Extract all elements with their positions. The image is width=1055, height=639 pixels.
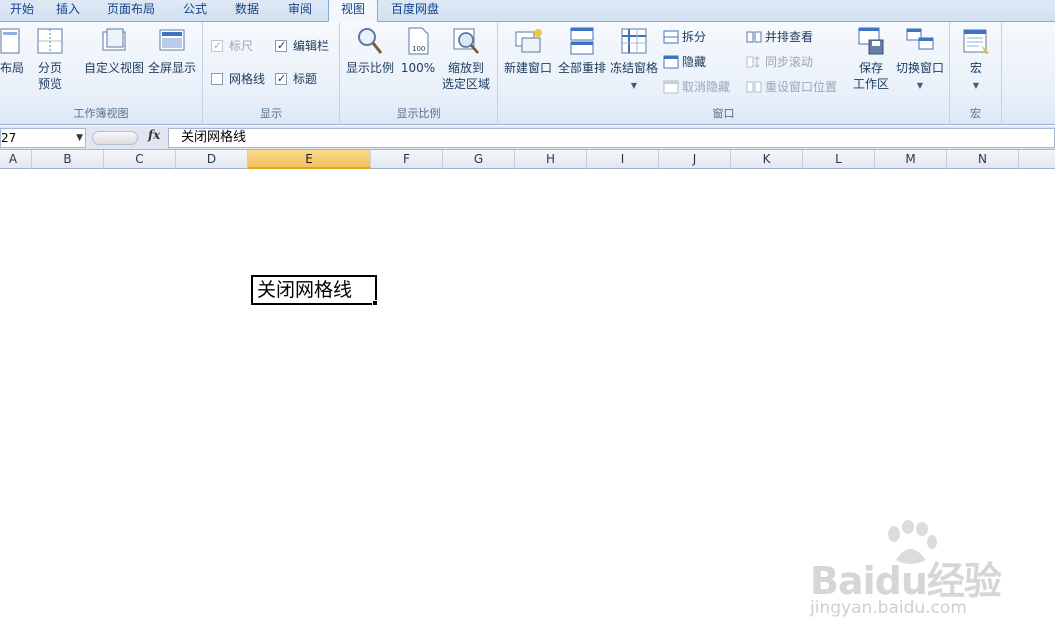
group-label-macros: 宏: [970, 107, 981, 120]
column-header-i[interactable]: I: [587, 150, 659, 169]
new-window-icon: [515, 29, 542, 53]
zoom-to-selection-button[interactable]: 缩放到 选定区域: [440, 26, 492, 92]
ruler-checkbox[interactable]: 标尺: [211, 37, 253, 55]
column-header-c[interactable]: C: [104, 150, 176, 169]
reset-position-icon: [746, 81, 762, 93]
name-box-dropdown-icon[interactable]: ▼: [76, 129, 83, 147]
watermark-brand: Baidu经验: [810, 559, 1002, 603]
tab-formulas[interactable]: 公式: [172, 0, 218, 22]
ribbon-tab-bar: 开始 插入 页面布局 公式 数据 审阅 视图 百度网盘: [0, 0, 1055, 22]
sync-scroll-icon: [746, 56, 760, 68]
tab-review[interactable]: 审阅: [276, 0, 324, 22]
column-header-l[interactable]: L: [803, 150, 875, 169]
formula-bar: 27 ▼ fx 关闭网格线: [0, 126, 1055, 150]
column-header-j[interactable]: J: [659, 150, 731, 169]
side-by-side-icon: [746, 31, 762, 43]
zoom-button[interactable]: 显示比例: [344, 26, 396, 76]
save-workspace-icon: [858, 27, 884, 55]
name-box-value: 27: [1, 131, 17, 145]
name-box[interactable]: 27 ▼: [0, 128, 86, 148]
tab-home[interactable]: 开始: [0, 0, 44, 22]
column-header-m[interactable]: M: [875, 150, 947, 169]
macros-button[interactable]: 宏 ▼: [958, 26, 994, 94]
column-header-d[interactable]: D: [176, 150, 248, 169]
column-header-f[interactable]: F: [371, 150, 443, 169]
switch-windows-icon: [906, 28, 934, 50]
freeze-panes-dropdown-icon: ▼: [630, 81, 638, 90]
fill-handle[interactable]: [372, 300, 378, 306]
column-headers: ABCDEFGHIJKLMN: [0, 150, 1055, 169]
group-macros: 宏 ▼ 宏: [950, 22, 1002, 123]
formula-input[interactable]: 关闭网格线: [168, 128, 1055, 148]
watermark-url: jingyan.baidu.com: [810, 598, 967, 618]
page-layout-icon: [0, 28, 20, 54]
reset-window-position-button[interactable]: 重设窗口位置: [746, 78, 837, 96]
page-layout-button[interactable]: 布局: [0, 26, 28, 76]
macros-icon: [963, 29, 989, 54]
full-screen-icon: [159, 29, 185, 51]
formula-bar-checkbox[interactable]: 编辑栏: [275, 37, 329, 55]
column-header-k[interactable]: K: [731, 150, 803, 169]
group-workbook-views: 布局 分页 预览 自定义视图 全屏显示 工作簿视图: [0, 22, 203, 123]
new-window-button[interactable]: 新建窗口: [502, 26, 554, 76]
switch-windows-button[interactable]: 切换窗口 ▼: [894, 26, 946, 94]
column-header-e[interactable]: E: [248, 150, 371, 169]
column-header-a[interactable]: A: [0, 150, 32, 169]
custom-views-button[interactable]: 自定义视图: [82, 26, 146, 76]
split-icon: [663, 30, 679, 44]
custom-views-icon: [102, 28, 126, 51]
insert-function-icon[interactable]: fx: [148, 128, 160, 142]
gridlines-checkbox[interactable]: 网格线: [211, 70, 265, 88]
formula-bar-check-icon: [275, 37, 287, 55]
split-button[interactable]: 拆分: [663, 28, 706, 46]
group-label-window: 窗口: [712, 107, 735, 120]
page-break-preview-icon: [37, 28, 63, 54]
tab-baidu-netdisk[interactable]: 百度网盘: [382, 0, 448, 22]
headings-checkbox[interactable]: 标题: [275, 70, 317, 88]
tab-view[interactable]: 视图: [328, 0, 378, 22]
column-header-n[interactable]: N: [947, 150, 1019, 169]
group-label-show: 显示: [260, 107, 282, 120]
hide-icon: [663, 55, 679, 69]
active-cell[interactable]: 关闭网格线: [251, 275, 377, 305]
tab-insert[interactable]: 插入: [46, 0, 90, 22]
synchronous-scrolling-button[interactable]: 同步滚动: [746, 53, 813, 71]
save-workspace-button[interactable]: 保存 工作区: [848, 26, 894, 92]
unhide-icon: [663, 80, 679, 94]
column-header-b[interactable]: B: [32, 150, 104, 169]
switch-windows-dropdown-icon: ▼: [916, 81, 924, 90]
group-label-workbook-views: 工作簿视图: [73, 107, 129, 120]
column-header-h[interactable]: H: [515, 150, 587, 169]
ruler-check-icon: [211, 37, 223, 55]
full-screen-button[interactable]: 全屏显示: [146, 26, 198, 76]
formula-bar-resize-handle[interactable]: [92, 131, 138, 145]
group-window: 新建窗口 全部重排 冻结窗格 ▼ 拆分 隐藏 取消隐藏 并排查看 同步滚动 重设…: [498, 22, 950, 123]
group-show: 标尺 编辑栏 网格线 标题 显示: [203, 22, 340, 123]
tab-page-layout[interactable]: 页面布局: [96, 0, 166, 22]
zoom-100-button[interactable]: 100 100%: [400, 26, 436, 76]
freeze-panes-icon: [621, 28, 647, 54]
freeze-panes-button[interactable]: 冻结窗格 ▼: [608, 26, 660, 94]
view-side-by-side-button[interactable]: 并排查看: [746, 28, 813, 46]
hide-button[interactable]: 隐藏: [663, 53, 706, 71]
group-zoom: 显示比例 100 100% 缩放到 选定区域 显示比例: [340, 22, 498, 123]
column-header-g[interactable]: G: [443, 150, 515, 169]
ribbon: 布局 分页 预览 自定义视图 全屏显示 工作簿视图 ✓标尺 ✓ 编辑栏 网格线 …: [0, 22, 1055, 125]
unhide-button[interactable]: 取消隐藏: [663, 78, 730, 96]
group-label-zoom: 显示比例: [396, 107, 441, 120]
headings-check-icon: [275, 70, 287, 88]
magnifier-icon: [358, 28, 383, 54]
svg-text:100: 100: [412, 45, 425, 53]
gridlines-check-icon: [211, 73, 223, 85]
zoom-100-icon: 100: [408, 27, 429, 55]
excel-window: 开始 插入 页面布局 公式 数据 审阅 视图 百度网盘 布局 分页 预览 自定义…: [0, 0, 1055, 639]
baidu-jingyan-watermark: Baidu经验 jingyan.baidu.com: [810, 520, 1030, 620]
arrange-all-button[interactable]: 全部重排: [556, 26, 608, 76]
tab-data[interactable]: 数据: [224, 0, 270, 22]
page-break-preview-button[interactable]: 分页 预览: [33, 26, 67, 92]
zoom-selection-icon: [453, 28, 479, 54]
macros-dropdown-icon: ▼: [972, 81, 980, 90]
arrange-all-icon: [570, 27, 594, 55]
